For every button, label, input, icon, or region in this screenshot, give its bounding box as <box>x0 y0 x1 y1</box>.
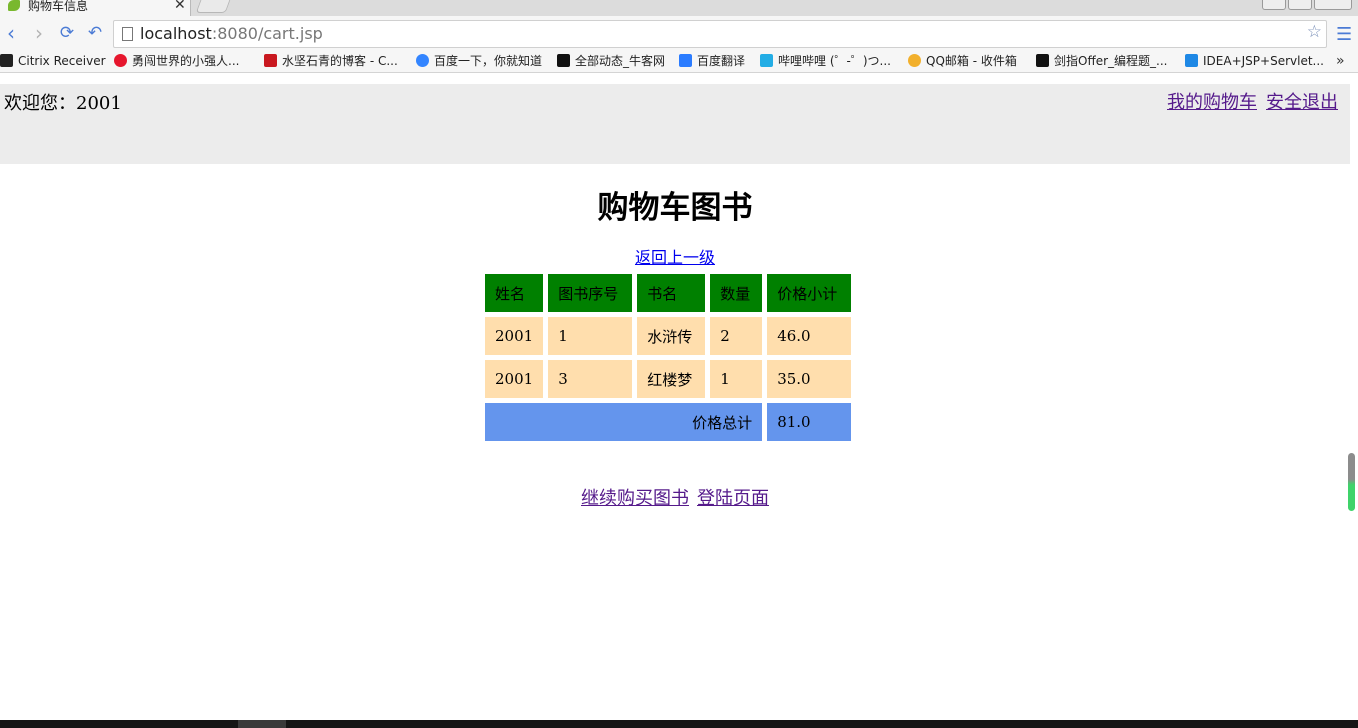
minimize-window-button[interactable] <box>1262 0 1286 10</box>
cart-table: 姓名 图书序号 书名 数量 价格小计 2001 1 水浒传 2 46.0 200… <box>480 269 856 446</box>
bookmark-item[interactable]: 百度翻译 <box>679 52 745 72</box>
citrix-icon <box>0 54 13 67</box>
cell-book-title: 红楼梦 <box>637 360 706 398</box>
column-header: 数量 <box>710 274 763 312</box>
total-label: 价格总计 <box>485 403 763 441</box>
table-row: 2001 3 红楼梦 1 35.0 <box>485 360 852 398</box>
total-value: 81.0 <box>767 403 852 441</box>
cell-book-title: 水浒传 <box>637 317 706 355</box>
chrome-app-icon <box>908 54 921 67</box>
cell-quantity: 1 <box>710 360 763 398</box>
bookmark-item[interactable]: 哔哩哔哩 (゜-゜)つ... <box>760 52 891 72</box>
table-row: 2001 1 水浒传 2 46.0 <box>485 317 852 355</box>
doc-icon <box>1185 54 1198 67</box>
bookmark-item[interactable]: 全部动态_牛客网 <box>557 52 665 72</box>
tab-title: 购物车信息 <box>28 0 89 13</box>
cell-name: 2001 <box>485 317 544 355</box>
welcome-text: 欢迎您：2001 <box>4 93 122 114</box>
address-bar[interactable]: localhost:8080/cart.jsp ☆ <box>113 20 1327 48</box>
url-text: localhost:8080/cart.jsp <box>140 24 323 43</box>
bookmark-item[interactable]: IDEA+JSP+Servlet... <box>1185 52 1324 72</box>
back-link-wrap: 返回上一级 <box>0 244 1350 268</box>
page-content: 欢迎您：2001 我的购物车 安全退出 购物车图书 返回上一级 姓名 图书序号 书… <box>0 84 1358 720</box>
nowcoder-icon <box>1036 54 1049 67</box>
browser-toolbar: ‹ › ⟳ ↶ localhost:8080/cart.jsp ☆ ☰ <box>0 16 1358 52</box>
cell-subtotal: 46.0 <box>767 317 852 355</box>
scrollbar-thumb[interactable] <box>1348 453 1355 511</box>
column-header: 姓名 <box>485 274 544 312</box>
bilibili-icon <box>760 54 773 67</box>
maximize-window-button[interactable] <box>1288 0 1312 10</box>
forward-arrow-icon[interactable]: › <box>28 22 50 44</box>
tab-strip: 购物车信息 ✕ <box>0 0 1358 16</box>
cell-subtotal: 35.0 <box>767 360 852 398</box>
logout-link[interactable]: 安全退出 <box>1266 92 1338 113</box>
column-header: 图书序号 <box>548 274 633 312</box>
column-header: 价格小计 <box>767 274 852 312</box>
menu-icon[interactable]: ☰ <box>1336 24 1352 45</box>
bookmark-item[interactable]: 水坚石青的博客 - C... <box>264 52 398 72</box>
leaf-favicon-icon <box>8 0 20 11</box>
undo-icon[interactable]: ↶ <box>84 22 106 44</box>
baidu-paw-icon <box>416 54 429 67</box>
weibo-icon <box>114 54 127 67</box>
cell-book-id: 3 <box>548 360 633 398</box>
new-tab-button[interactable] <box>195 0 231 13</box>
browser-tab[interactable]: 购物车信息 ✕ <box>0 0 191 16</box>
taskbar-active-item[interactable] <box>238 720 286 728</box>
nowcoder-icon <box>557 54 570 67</box>
cell-name: 2001 <box>485 360 544 398</box>
bookmarks-overflow-button[interactable]: » <box>1336 52 1345 70</box>
bookmark-item[interactable]: 百度一下，你就知道 <box>416 52 542 72</box>
reload-icon[interactable]: ⟳ <box>56 22 78 44</box>
bookmark-item[interactable]: 剑指Offer_编程题_... <box>1036 52 1167 72</box>
os-taskbar <box>0 720 1358 728</box>
bookmark-star-icon[interactable]: ☆ <box>1307 22 1322 42</box>
cell-book-id: 1 <box>548 317 633 355</box>
page-title: 购物车图书 <box>597 190 753 226</box>
csdn-icon <box>264 54 277 67</box>
my-cart-link[interactable]: 我的购物车 <box>1167 92 1257 113</box>
continue-shopping-link[interactable]: 继续购买图书 <box>581 488 689 509</box>
column-header: 书名 <box>637 274 706 312</box>
back-link[interactable]: 返回上一级 <box>635 248 715 267</box>
login-page-link[interactable]: 登陆页面 <box>697 488 769 509</box>
header-links: 我的购物车 安全退出 <box>1158 88 1338 114</box>
total-row: 价格总计 81.0 <box>485 403 852 441</box>
close-tab-icon[interactable]: ✕ <box>174 0 186 13</box>
close-window-button[interactable] <box>1314 0 1352 10</box>
bookmark-item[interactable]: Citrix Receiver <box>0 52 106 72</box>
bookmarks-bar: Citrix Receiver 勇闯世界的小强人... 水坚石青的博客 - C.… <box>0 52 1358 73</box>
table-header-row: 姓名 图书序号 书名 数量 价格小计 <box>485 274 852 312</box>
page-icon <box>122 27 133 41</box>
back-arrow-icon[interactable]: ‹ <box>0 22 22 44</box>
bottom-links: 继续购买图书 登陆页面 <box>0 484 1350 510</box>
bookmark-item[interactable]: 勇闯世界的小强人... <box>114 52 239 72</box>
baidu-translate-icon <box>679 54 692 67</box>
header-bar: 欢迎您：2001 我的购物车 安全退出 <box>0 84 1350 164</box>
bookmark-item[interactable]: QQ邮箱 - 收件箱 <box>908 52 1017 72</box>
cell-quantity: 2 <box>710 317 763 355</box>
